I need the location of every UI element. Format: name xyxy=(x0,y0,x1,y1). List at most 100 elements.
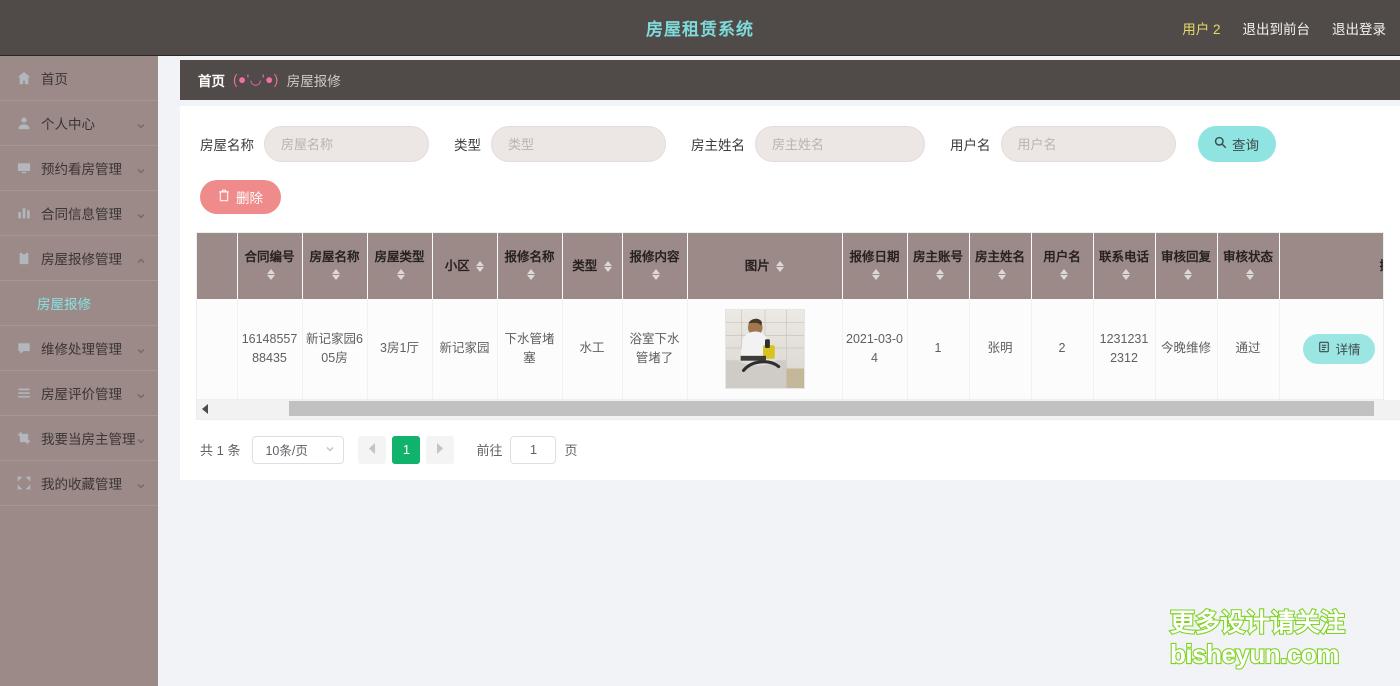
column-label: 房主账号 xyxy=(912,250,963,265)
column-header-review-reply[interactable]: 审核回复 xyxy=(1155,233,1218,299)
column-header-community[interactable]: 小区 xyxy=(432,233,498,299)
sort-icon[interactable] xyxy=(652,268,660,281)
column-header-review-status[interactable]: 审核状态 xyxy=(1217,233,1280,299)
sidebar-item-appointment-management[interactable]: 预约看房管理 xyxy=(0,146,158,191)
column-header-type[interactable]: 类型 xyxy=(562,233,623,299)
search-input-house-name[interactable] xyxy=(264,126,429,162)
breadcrumb-home[interactable]: 首页 xyxy=(198,70,225,90)
cell-type: 水工 xyxy=(562,299,623,400)
content-panel: 房屋名称 类型 房主姓名 用户名 查询 删除 xyxy=(180,106,1400,480)
detail-button-label: 详情 xyxy=(1335,343,1361,358)
column-label: 报修名称 xyxy=(504,250,555,265)
column-header-user-name[interactable]: 用户名 xyxy=(1031,233,1094,299)
column-label: 房屋名称 xyxy=(309,250,360,265)
column-header-repair-name[interactable]: 报修名称 xyxy=(497,233,563,299)
column-header-phone[interactable]: 联系电话 xyxy=(1093,233,1156,299)
sidebar-item-repair-management[interactable]: 房屋报修管理 xyxy=(0,236,158,281)
clipboard-icon xyxy=(16,250,32,266)
sort-icon[interactable] xyxy=(527,268,535,281)
sidebar-item-contract-management[interactable]: 合同信息管理 xyxy=(0,191,158,236)
column-header-owner-name[interactable]: 房主姓名 xyxy=(969,233,1032,299)
page-number-1[interactable]: 1 xyxy=(392,435,421,464)
sidebar-item-personal-center[interactable]: 个人中心 xyxy=(0,101,158,146)
scrollbar-track[interactable] xyxy=(213,400,1400,418)
cell-review-status: 通过 xyxy=(1217,299,1280,400)
column-header-date[interactable]: 报修日期 xyxy=(842,233,908,299)
search-input-owner-name[interactable] xyxy=(755,126,925,162)
page-size-select[interactable]: 10条/页 xyxy=(252,435,345,464)
chevron-down-icon xyxy=(325,443,335,457)
logout-to-frontend-link[interactable]: 退出到前台 xyxy=(1243,18,1311,38)
sort-icon[interactable] xyxy=(997,268,1006,281)
sort-icon[interactable] xyxy=(1183,268,1192,281)
prev-page-button[interactable] xyxy=(358,435,387,464)
sort-icon[interactable] xyxy=(1121,268,1130,281)
cell-contract-no: 1614855788435 xyxy=(237,299,303,400)
column-header-operations: 操作 xyxy=(1279,233,1383,299)
sort-icon[interactable] xyxy=(1059,268,1068,281)
chevron-down-icon xyxy=(136,433,146,444)
document-icon xyxy=(1318,341,1330,356)
sidebar-item-favorites-management[interactable]: 我的收藏管理 xyxy=(0,461,158,506)
cell-content: 浴室下水管堵了 xyxy=(622,299,688,400)
watermark-line-2: bisheyun.com xyxy=(1169,637,1341,669)
sidebar: 首页 个人中心 预约看房管理 合同信息管理 房屋报修管理 房屋报修 维修处理管理… xyxy=(0,56,158,686)
detail-button[interactable]: 详情 xyxy=(1303,333,1376,364)
sort-icon[interactable] xyxy=(397,268,405,281)
breadcrumb: 首页 (●'◡'●) 房屋报修 xyxy=(180,60,1400,100)
column-header-owner-account[interactable]: 房主账号 xyxy=(907,233,970,299)
home-icon xyxy=(16,70,32,86)
horizontal-scrollbar[interactable] xyxy=(196,399,1400,420)
column-header-image[interactable]: 图片 xyxy=(687,233,843,299)
sort-icon[interactable] xyxy=(476,260,485,273)
sort-icon[interactable] xyxy=(935,268,944,281)
table-row[interactable]: 1614855788435 新记家园605房 3房1厅 新记家园 下水管堵塞 水… xyxy=(197,299,1383,400)
sort-icon[interactable] xyxy=(1245,268,1254,281)
chevron-down-icon xyxy=(136,388,146,399)
sort-icon[interactable] xyxy=(267,268,275,281)
search-input-user-name[interactable] xyxy=(1000,126,1176,162)
chevron-down-icon xyxy=(136,118,146,129)
sidebar-item-become-owner-management[interactable]: 我要当房主管理 xyxy=(0,416,158,461)
page-size-value: 10条/页 xyxy=(265,444,308,458)
sidebar-item-review-management[interactable]: 房屋评价管理 xyxy=(0,371,158,416)
jump-unit-label: 页 xyxy=(564,443,578,458)
sort-icon[interactable] xyxy=(776,260,785,273)
sidebar-item-maintenance-management[interactable]: 维修处理管理 xyxy=(0,326,158,371)
column-label: 图片 xyxy=(744,258,770,273)
scroll-left-arrow-icon[interactable] xyxy=(197,400,213,418)
scrollbar-thumb[interactable] xyxy=(289,401,1374,416)
table-toolbar: 删除 xyxy=(196,162,1384,214)
search-input-type[interactable] xyxy=(491,126,666,162)
delete-button[interactable]: 删除 xyxy=(200,180,281,214)
cell-repair-name: 下水管堵塞 xyxy=(497,299,563,400)
search-button[interactable]: 查询 xyxy=(1197,126,1276,162)
column-label: 用户名 xyxy=(1043,250,1081,265)
jump-page-input[interactable] xyxy=(510,435,557,464)
user-icon xyxy=(16,115,32,131)
sidebar-subitem-house-repair[interactable]: 房屋报修 xyxy=(0,281,158,326)
sidebar-item-label: 我的收藏管理 xyxy=(41,477,122,492)
next-page-button[interactable] xyxy=(426,435,455,464)
chevron-down-icon xyxy=(136,163,146,174)
page-jump: 前往 页 xyxy=(476,435,578,464)
repair-photo-thumbnail[interactable] xyxy=(724,308,805,389)
list-icon xyxy=(16,385,32,401)
sort-icon[interactable] xyxy=(332,268,340,281)
cell-community: 新记家园 xyxy=(432,299,498,400)
column-label: 操作 xyxy=(1379,259,1383,273)
filter-label-owner-name: 房主姓名 xyxy=(691,138,745,153)
pagination: 共 1 条 10条/页 1 前往 页 xyxy=(196,420,1384,466)
sidebar-item-home[interactable]: 首页 xyxy=(0,56,158,101)
sort-icon[interactable] xyxy=(603,260,612,273)
column-header-house-type[interactable]: 房屋类型 xyxy=(367,233,433,299)
column-header-contract-no[interactable]: 合同编号 xyxy=(237,233,303,299)
column-header-house-name[interactable]: 房屋名称 xyxy=(302,233,368,299)
logout-link[interactable]: 退出登录 xyxy=(1332,18,1386,38)
filter-bar: 房屋名称 类型 房主姓名 用户名 查询 xyxy=(196,124,1384,162)
row-checkbox-cell[interactable] xyxy=(197,299,238,400)
column-label: 审核回复 xyxy=(1160,250,1211,265)
chevron-down-icon xyxy=(136,343,146,354)
sort-icon[interactable] xyxy=(872,268,880,281)
column-header-content[interactable]: 报修内容 xyxy=(622,233,688,299)
